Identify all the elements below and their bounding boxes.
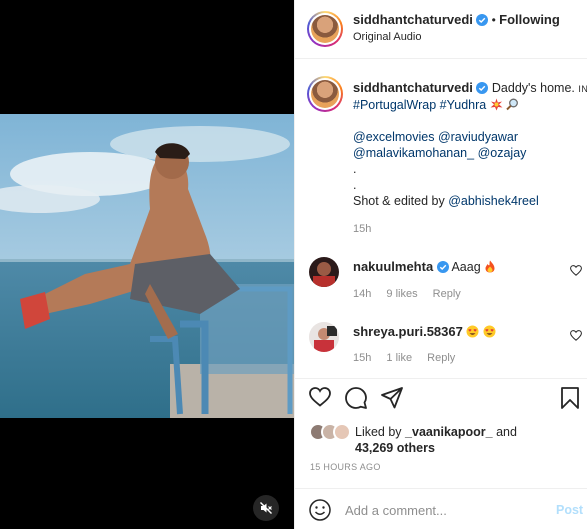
comment-box: Post: [295, 488, 587, 529]
comment-likes[interactable]: 9 likes: [386, 288, 417, 300]
comment-username[interactable]: shreya.puri.58367: [353, 324, 463, 339]
caption-dot: .: [353, 178, 357, 192]
heart-eyes-emoji-icon: [483, 325, 496, 338]
mention-ozajay[interactable]: @ozajay: [478, 146, 527, 160]
heart-eyes-emoji-icon: [466, 325, 479, 338]
magnifier-emoji-icon: [506, 98, 519, 111]
caption-shot-text: Shot & edited by: [353, 194, 445, 208]
comment-meta: 14h 9 likes Reply: [353, 288, 461, 300]
post-header: siddhantchaturvedi • Following Original …: [295, 0, 587, 59]
mention-abhishek4reel[interactable]: @abhishek4reel: [448, 194, 539, 208]
liked-by-user[interactable]: _vaanikapoor_: [405, 425, 493, 439]
hashtag-portugalwrap[interactable]: #PortugalWrap: [353, 98, 436, 112]
follow-separator: •: [491, 13, 496, 27]
caption-in-label: IN: [578, 84, 587, 94]
caption: siddhantchaturvedi Daddy's home. IN #Por…: [353, 80, 587, 237]
like-heart-icon[interactable]: [309, 387, 331, 407]
author-avatar[interactable]: [307, 11, 343, 47]
likes-summary: Liked by _vaanikapoor_ and 43,269 others: [355, 424, 517, 456]
comment-input[interactable]: [345, 499, 535, 521]
mention-raviudyawar[interactable]: @raviudyawar: [438, 130, 518, 144]
comment-time[interactable]: 15h: [353, 352, 371, 364]
comment: nakuulmehta Aaag: [353, 259, 496, 275]
video-still: [0, 114, 294, 418]
liked-by-others[interactable]: 43,269 others: [355, 441, 435, 455]
verified-badge-icon: [476, 14, 489, 26]
video-frame: [0, 114, 294, 418]
caption-author[interactable]: siddhantchaturvedi: [353, 80, 473, 95]
caption-author-avatar[interactable]: [307, 76, 343, 112]
audio-label[interactable]: Original Audio: [353, 31, 422, 43]
post-comment-button[interactable]: Post: [556, 503, 583, 517]
caption-dot: .: [353, 162, 357, 176]
caption-text: Daddy's home.: [491, 81, 575, 95]
comment-time[interactable]: 14h: [353, 288, 371, 300]
comment-text: Aaag: [451, 260, 481, 274]
liked-by-prefix: Liked by: [355, 425, 402, 439]
mention-excelmovies[interactable]: @excelmovies: [353, 130, 434, 144]
share-send-icon[interactable]: [381, 387, 403, 409]
liked-by-and: and: [496, 425, 517, 439]
commenter-avatar[interactable]: [309, 322, 339, 352]
fire-emoji-icon: [485, 260, 495, 273]
author-username[interactable]: siddhantchaturvedi: [353, 12, 473, 27]
comment-username[interactable]: nakuulmehta: [353, 259, 433, 274]
reply-button[interactable]: Reply: [433, 288, 461, 300]
liked-by-avatars[interactable]: [309, 423, 353, 443]
comment-like-heart-icon[interactable]: [570, 330, 582, 341]
mention-malavikamohanan[interactable]: @malavikamohanan_: [353, 146, 474, 160]
reply-button[interactable]: Reply: [427, 352, 455, 364]
post-details-panel: siddhantchaturvedi • Following Original …: [294, 0, 587, 529]
comment-bubble-icon[interactable]: [345, 387, 367, 409]
mute-button[interactable]: [253, 495, 279, 521]
verified-badge-icon: [476, 82, 489, 94]
caption-time[interactable]: 15h: [353, 221, 583, 237]
post-video[interactable]: [0, 0, 294, 529]
commenter-avatar[interactable]: [309, 257, 339, 287]
save-bookmark-icon[interactable]: [561, 387, 579, 409]
verified-badge-icon: [436, 261, 449, 273]
comment-meta: 15h 1 like Reply: [353, 352, 455, 364]
collision-emoji-icon: [490, 98, 503, 111]
hashtag-yudhra[interactable]: #Yudhra: [440, 98, 487, 112]
comment: shreya.puri.58367: [353, 324, 496, 340]
following-button[interactable]: Following: [499, 12, 560, 27]
speaker-muted-icon: [260, 502, 272, 514]
comment-likes[interactable]: 1 like: [386, 352, 412, 364]
emoji-picker-icon[interactable]: [309, 499, 331, 521]
action-bar: [295, 378, 587, 418]
comment-like-heart-icon[interactable]: [570, 265, 582, 276]
post-time-ago[interactable]: 15 HOURS AGO: [310, 462, 381, 472]
